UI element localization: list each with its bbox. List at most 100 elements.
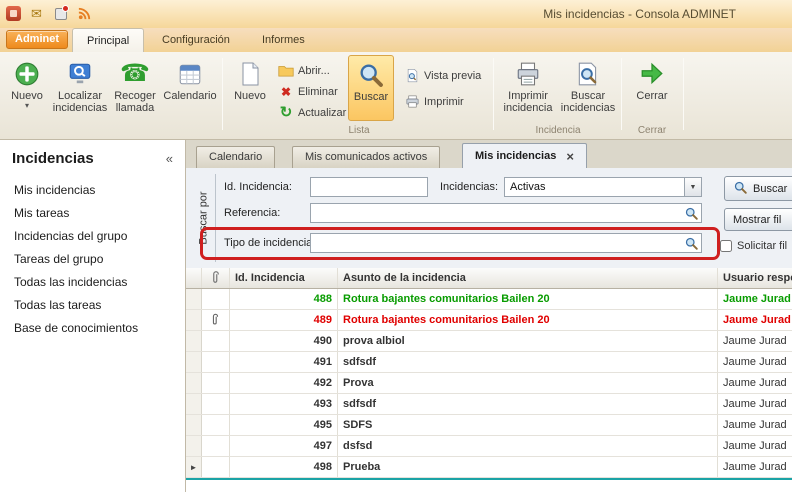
calendar-button[interactable]: Calendario (162, 55, 218, 127)
ribbon-tab-informes[interactable]: Informes (248, 28, 319, 52)
table-row[interactable]: 497 dsfsd Jaume Jurad (186, 436, 792, 457)
ribbon-tab-principal[interactable]: Principal (72, 28, 144, 52)
grid-header-row: Id. Incidencia Asunto de la incidencia U… (186, 268, 792, 289)
document-icon (238, 58, 262, 90)
solicitar-checkbox[interactable] (720, 240, 732, 252)
grid-header-id[interactable]: Id. Incidencia (230, 268, 338, 288)
row-pointer-icon: ► (186, 457, 202, 477)
sidebar-item-mis-tareas[interactable]: Mis tareas (0, 202, 185, 225)
tipo-incidencia-label: Tipo de incidencia: (224, 237, 315, 249)
attachment-column-icon[interactable] (202, 268, 230, 288)
table-row-selected[interactable]: ► 498 Prueba Jaume Jurad (186, 457, 792, 478)
show-filter-button[interactable]: Mostrar fil (724, 208, 792, 231)
search-icon (733, 180, 748, 198)
search-document-icon (575, 58, 601, 90)
id-incidencia-label: Id. Incidencia: (224, 181, 292, 193)
titlebar: ✉ Mis incidencias - Consola ADMINET (0, 0, 792, 28)
table-row[interactable]: 495 SDFS Jaume Jurad (186, 415, 792, 436)
window-title: Mis incidencias - Consola ADMINET (543, 7, 736, 21)
print-button[interactable]: Imprimir (404, 92, 464, 111)
phone-icon: ☎ (120, 58, 150, 90)
group-caption-lista: Lista (228, 125, 490, 136)
table-row[interactable]: 493 sdfsdf Jaume Jurad (186, 394, 792, 415)
grid-header-gutter (186, 268, 202, 288)
referencia-input[interactable] (311, 204, 701, 222)
tab-mis-incidencias[interactable]: Mis incidencias × (462, 143, 587, 168)
tab-close-icon[interactable]: × (566, 150, 574, 163)
sidebar-item-base-de-conocimientos[interactable]: Base de conocimientos (0, 317, 185, 340)
open-button[interactable]: Abrir... (278, 61, 330, 80)
collapse-sidebar-icon[interactable]: « (166, 151, 173, 166)
table-row[interactable]: 492 Prova Jaume Jurad (186, 373, 792, 394)
search-panel: Buscar por Id. Incidencia: Incidencias: … (186, 168, 792, 268)
print-preview-button[interactable]: Vista previa (404, 66, 481, 85)
refresh-icon: ↻ (278, 105, 294, 121)
search-icon (357, 59, 385, 91)
calendar-icon (177, 58, 203, 90)
ribbon-separator (621, 58, 622, 130)
sidebar-title: Incidencias (12, 150, 94, 167)
sidebar-item-incidencias-del-grupo[interactable]: Incidencias del grupo (0, 225, 185, 248)
pick-up-call-button[interactable]: ☎ Recoger llamada (110, 55, 160, 127)
ribbon-tab-configuracion[interactable]: Configuración (148, 28, 244, 52)
group-caption-cerrar: Cerrar (627, 125, 677, 136)
printer-document-icon (515, 58, 541, 90)
feed-icon[interactable] (76, 5, 93, 22)
new-document-button[interactable]: Nuevo (228, 55, 272, 127)
ribbon-separator (683, 58, 684, 130)
mail-icon[interactable]: ✉ (28, 5, 45, 22)
sidebar-item-mis-incidencias[interactable]: Mis incidencias (0, 179, 185, 202)
sidebar-item-todas-las-tareas[interactable]: Todas las tareas (0, 294, 185, 317)
sidebar-item-todas-las-incidencias[interactable]: Todas las incidencias (0, 271, 185, 294)
grid-selection-line (186, 478, 792, 480)
incidencias-label: Incidencias: (440, 181, 498, 193)
close-button[interactable]: Cerrar (627, 55, 677, 127)
search-icon[interactable] (684, 236, 699, 251)
id-incidencia-field (310, 177, 428, 197)
print-incident-button[interactable]: Imprimir incidencia (499, 55, 557, 127)
table-row[interactable]: 488 Rotura bajantes comunitarios Bailen … (186, 289, 792, 310)
delete-button[interactable]: ✖ Eliminar (278, 82, 338, 101)
tipo-incidencia-input[interactable] (311, 234, 701, 252)
search-incidents-button[interactable]: Buscar incidencias (559, 55, 617, 127)
ribbon-tab-row: Adminet Principal Configuración Informes (0, 28, 792, 52)
table-row[interactable]: 489 Rotura bajantes comunitarios Bailen … (186, 310, 792, 331)
locate-icon (67, 58, 93, 90)
tipo-incidencia-field (310, 233, 702, 253)
table-row[interactable]: 490 prova albiol Jaume Jurad (186, 331, 792, 352)
ribbon-separator (222, 58, 223, 130)
preview-icon (404, 68, 420, 84)
ribbon: Nuevo ▾ Localizar incidencias ☎ Recoger … (0, 52, 792, 140)
locate-incidents-button[interactable]: Localizar incidencias (52, 55, 108, 127)
table-row[interactable]: 491 sdfsdf Jaume Jurad (186, 352, 792, 373)
delete-x-icon: ✖ (278, 84, 294, 100)
search-button[interactable]: Buscar (348, 55, 394, 121)
app-window: ✉ Mis incidencias - Consola ADMINET Admi… (0, 0, 792, 492)
exit-arrow-icon (639, 58, 665, 90)
refresh-button[interactable]: ↻ Actualizar (278, 103, 346, 122)
sidebar-item-tareas-del-grupo[interactable]: Tareas del grupo (0, 248, 185, 271)
id-incidencia-input[interactable] (311, 178, 427, 196)
new-plus-icon (14, 58, 40, 90)
search-icon[interactable] (684, 206, 699, 221)
app-icon[interactable] (6, 6, 21, 21)
incidencias-selected-value: Activas (505, 178, 684, 196)
incidencias-combobox[interactable]: Activas ▼ (504, 177, 702, 197)
grid-header-subject[interactable]: Asunto de la incidencia (338, 268, 718, 288)
search-by-vertical-label: Buscar por (192, 174, 216, 262)
chevron-down-icon[interactable]: ▼ (684, 178, 701, 196)
tab-mis-comunicados-activos[interactable]: Mis comunicados activos (292, 146, 440, 168)
printer-icon (404, 94, 420, 110)
group-caption-incidencia: Incidencia (499, 125, 617, 136)
ribbon-separator (493, 58, 494, 130)
new-button[interactable]: Nuevo ▾ (4, 55, 50, 127)
notification-icon[interactable] (52, 5, 69, 22)
quick-access-toolbar: ✉ (6, 5, 93, 22)
application-menu-button[interactable]: Adminet (6, 30, 68, 49)
tab-calendario[interactable]: Calendario (196, 146, 275, 168)
grid-header-user[interactable]: Usuario respons (718, 268, 792, 288)
panel-search-button[interactable]: Buscar (724, 176, 792, 201)
sidebar: Incidencias « Mis incidencias Mis tareas… (0, 140, 186, 492)
chevron-down-icon: ▾ (25, 102, 29, 110)
folder-icon (278, 63, 294, 79)
